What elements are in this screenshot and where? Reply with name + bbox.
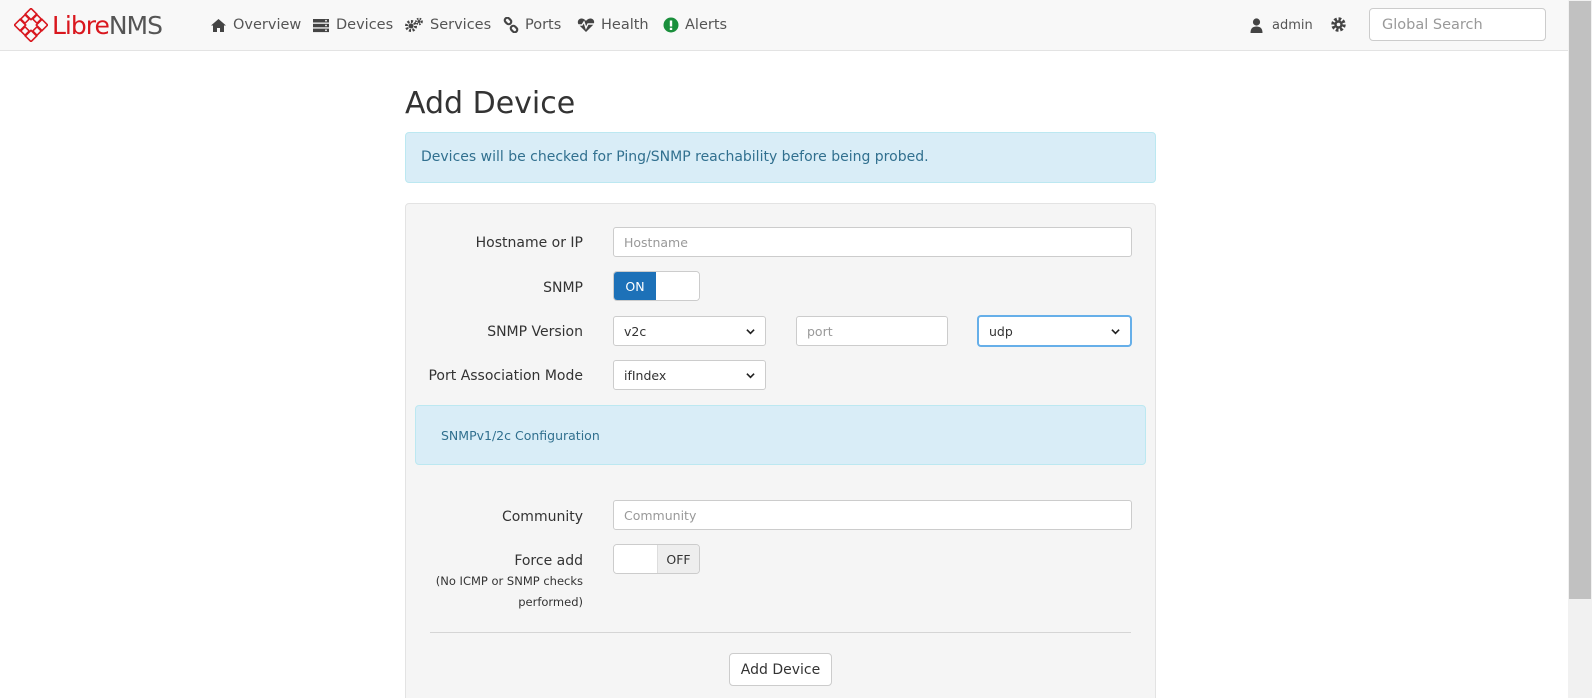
port-assoc-value: ifIndex [624, 367, 667, 383]
user-icon [1250, 17, 1263, 33]
snmp-label: SNMP [543, 280, 583, 296]
librenms-logo[interactable]: LibreNMS [14, 7, 163, 43]
home-icon [211, 18, 226, 32]
global-search-input[interactable] [1369, 8, 1546, 41]
user-menu[interactable]: admin [1250, 0, 1313, 50]
cogs-icon [405, 17, 423, 32]
chevron-down-icon [1111, 328, 1120, 334]
nav-health-label: Health [601, 17, 649, 33]
settings-menu[interactable] [1330, 16, 1347, 37]
community-input[interactable] [613, 500, 1132, 530]
heartbeat-icon [577, 18, 595, 32]
link-icon [503, 17, 519, 33]
nav-overview[interactable]: Overview [210, 0, 301, 50]
snmp-version-label: SNMP Version [487, 324, 583, 340]
librenms-logo-icon [14, 8, 48, 42]
force-add-label: Force add [514, 553, 583, 569]
nav-services-label: Services [430, 17, 492, 33]
force-add-toggle-off: OFF [657, 545, 699, 573]
snmp-toggle[interactable]: ON [613, 271, 700, 301]
nav-ports[interactable]: Ports [503, 0, 561, 50]
nav-devices[interactable]: Devices [312, 0, 393, 50]
nav-alerts[interactable]: Alerts [663, 0, 727, 50]
nav-overview-label: Overview [233, 17, 302, 33]
info-alert: Devices will be checked for Ping/SNMP re… [405, 132, 1156, 183]
nav-alerts-label: Alerts [685, 17, 728, 33]
server-icon [313, 18, 329, 32]
gear-icon [1331, 17, 1346, 32]
nav-services[interactable]: Services [404, 0, 491, 50]
snmp-config-panel: SNMPv1/2c Configuration [415, 405, 1146, 465]
hostname-input[interactable] [613, 227, 1132, 257]
nav-health[interactable]: Health [577, 0, 649, 50]
force-add-note-line1: (No ICMP or SNMP checks [435, 574, 583, 588]
hostname-label: Hostname or IP [475, 235, 583, 251]
snmp-toggle-handle [656, 272, 699, 300]
scrollbar-thumb[interactable] [1568, 0, 1592, 600]
force-add-toggle[interactable]: OFF [613, 544, 700, 574]
add-device-button[interactable]: Add Device [729, 653, 832, 686]
chevron-down-icon [746, 372, 755, 378]
port-assoc-label: Port Association Mode [428, 368, 583, 384]
nav-devices-label: Devices [336, 17, 394, 33]
nav-ports-label: Ports [525, 17, 562, 33]
port-assoc-select[interactable]: ifIndex [613, 360, 766, 390]
chevron-down-icon [746, 328, 755, 334]
transport-select[interactable]: udp [978, 316, 1131, 346]
brand-name-part1: Libre [52, 10, 110, 40]
force-add-note-line2: performed) [518, 595, 583, 609]
community-label: Community [501, 509, 583, 525]
user-name: admin [1272, 17, 1313, 33]
page-title: Add Device [405, 86, 576, 121]
top-navbar: LibreNMS Overview Devices Services Ports… [0, 0, 1568, 51]
brand-name-part2: NMS [108, 10, 163, 40]
snmp-version-select[interactable]: v2c [613, 316, 766, 346]
snmp-config-heading: SNMPv1/2c Configuration [441, 428, 600, 443]
form-divider [430, 632, 1131, 633]
force-add-toggle-handle [614, 545, 657, 573]
exclamation-circle-icon [663, 17, 679, 33]
snmp-port-input[interactable] [796, 316, 948, 346]
snmp-toggle-on: ON [614, 272, 656, 300]
snmp-version-value: v2c [624, 323, 647, 339]
transport-value: udp [989, 323, 1013, 339]
